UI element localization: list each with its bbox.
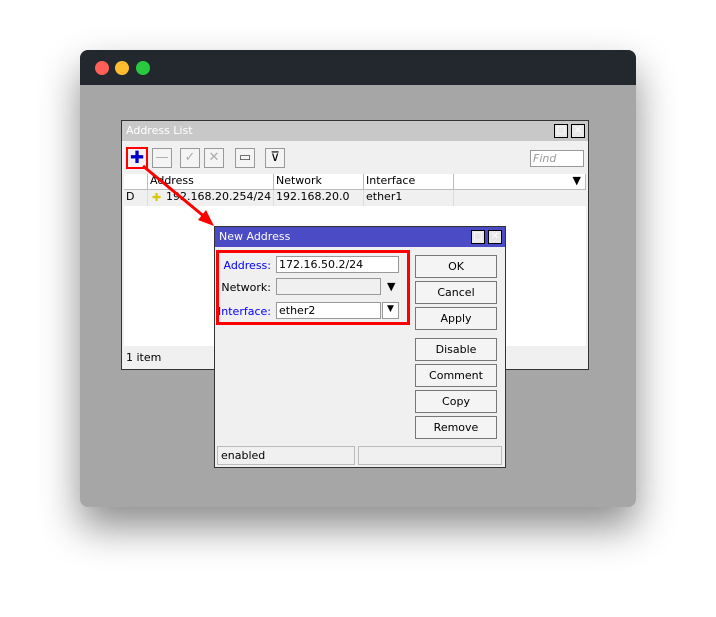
arrow-annotation xyxy=(142,164,214,226)
